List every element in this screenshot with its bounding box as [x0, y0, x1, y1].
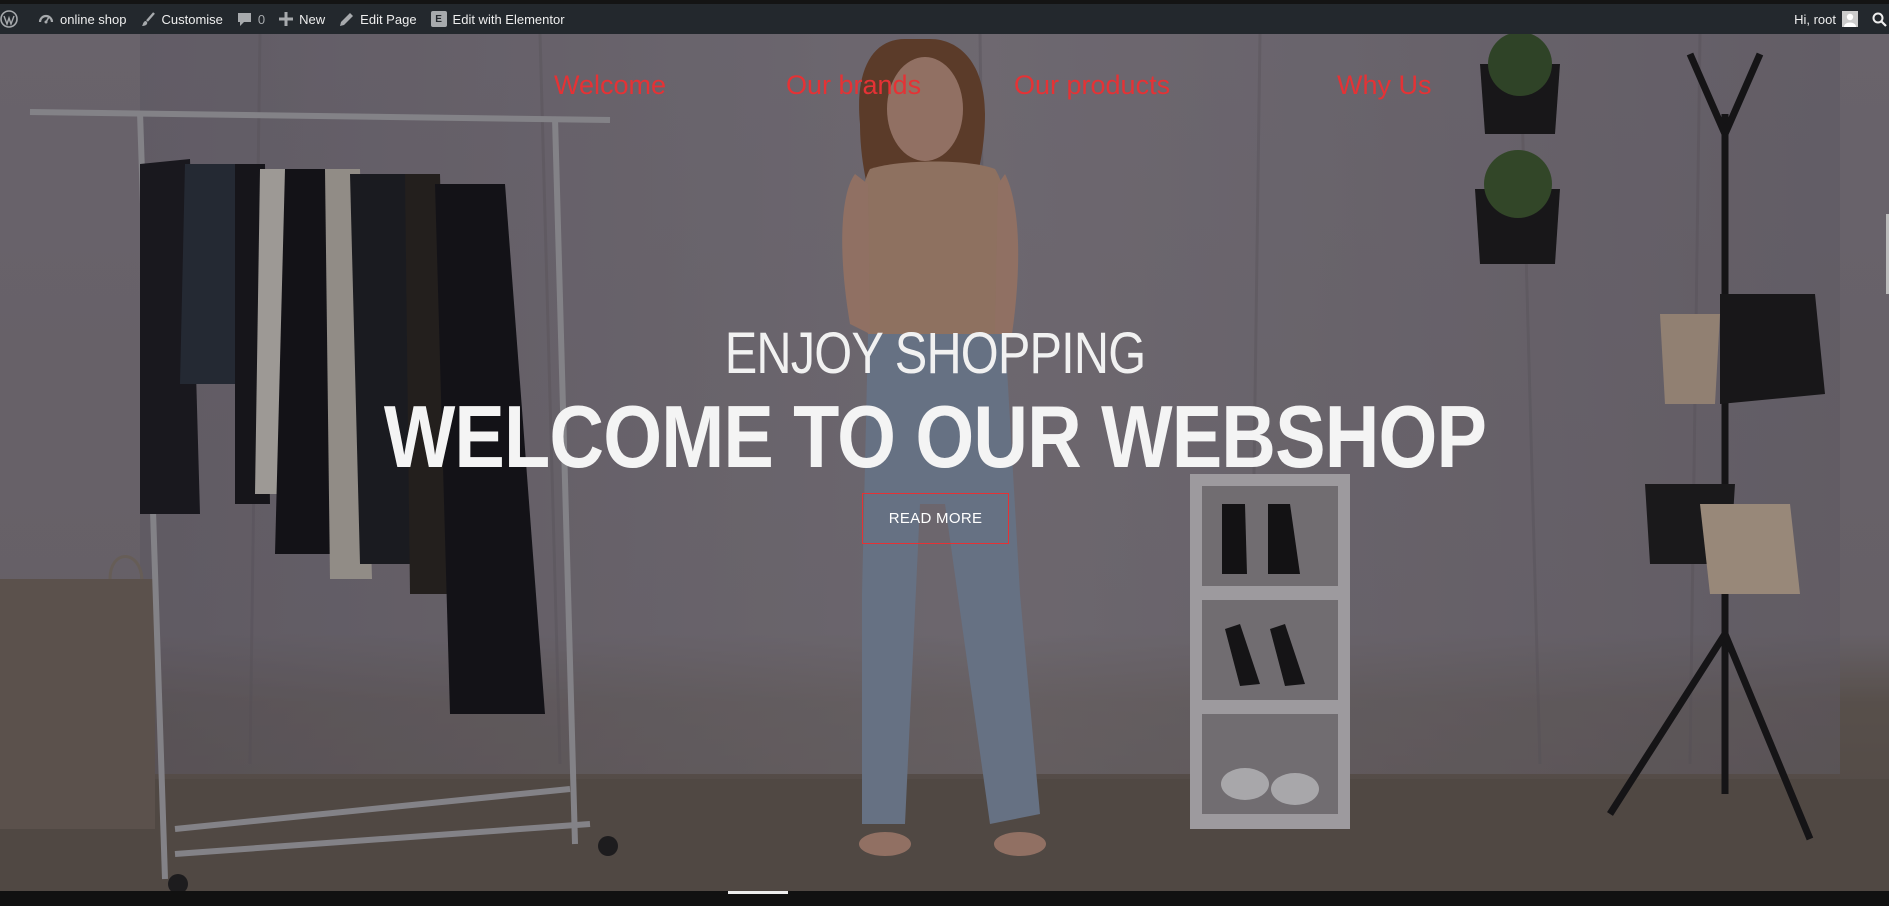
nav-link-why-us[interactable]: Why Us [1337, 70, 1432, 101]
customise-label: Customise [161, 11, 223, 27]
wp-admin-bar: online shop Customise 0 New Edit Page E … [0, 4, 1889, 34]
search-icon [1872, 12, 1887, 27]
hero-section: Welcome Our brands Our products Why Us E… [0, 34, 1889, 891]
avatar [1842, 11, 1858, 27]
wordpress-logo-button[interactable] [0, 4, 31, 34]
edit-page-label: Edit Page [360, 11, 417, 27]
nav-link-our-brands[interactable]: Our brands [786, 70, 921, 101]
read-more-button[interactable]: READ MORE [862, 493, 1009, 544]
elementor-icon: E [430, 11, 447, 27]
edit-page-link[interactable]: Edit Page [332, 4, 423, 34]
plus-icon [279, 12, 294, 26]
edit-elementor-label: Edit with Elementor [452, 11, 565, 27]
wordpress-icon [0, 10, 18, 28]
edit-with-elementor-link[interactable]: E Edit with Elementor [424, 4, 572, 34]
nav-link-our-products[interactable]: Our products [1014, 70, 1170, 101]
dashboard-icon [38, 11, 54, 27]
comments-count: 0 [257, 11, 266, 27]
greeting-label: Hi, root [1794, 11, 1836, 27]
my-account-link[interactable]: Hi, root [1787, 4, 1865, 34]
nav-link-welcome[interactable]: Welcome [554, 70, 666, 101]
brush-icon [141, 11, 156, 27]
comments-link[interactable]: 0 [230, 4, 272, 34]
search-button[interactable] [1865, 4, 1889, 34]
hero-title: WELCOME TO OUR WEBSHOP [383, 387, 1487, 486]
site-name-link[interactable]: online shop [31, 4, 134, 34]
new-content-link[interactable]: New [272, 4, 332, 34]
customise-link[interactable]: Customise [134, 4, 230, 34]
main-navigation: Welcome Our brands Our products Why Us [0, 70, 1889, 110]
bottom-bar [0, 891, 1889, 906]
comment-icon [237, 12, 252, 27]
pencil-icon [339, 12, 354, 27]
bottom-indicator [728, 891, 788, 894]
hero-subtitle: ENJOY SHOPPING [724, 321, 1146, 386]
site-name-label: online shop [60, 11, 127, 27]
new-label: New [299, 11, 326, 27]
